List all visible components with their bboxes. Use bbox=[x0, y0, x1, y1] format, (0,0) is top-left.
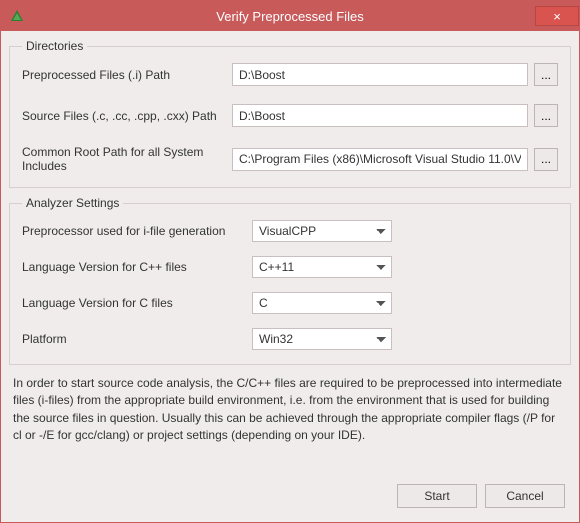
start-button[interactable]: Start bbox=[397, 484, 477, 508]
analyzer-settings-group: Analyzer Settings Preprocessor used for … bbox=[9, 196, 571, 365]
directories-group: Directories Preprocessed Files (.i) Path… bbox=[9, 39, 571, 188]
close-button[interactable]: × bbox=[535, 6, 579, 26]
dialog-body: Directories Preprocessed Files (.i) Path… bbox=[1, 31, 579, 522]
titlebar: Verify Preprocessed Files × bbox=[1, 1, 579, 31]
common-root-input[interactable] bbox=[232, 148, 528, 171]
source-path-input[interactable] bbox=[232, 104, 528, 127]
close-icon: × bbox=[553, 9, 561, 24]
dialog-window: Verify Preprocessed Files × Directories … bbox=[0, 0, 580, 523]
preprocessed-path-input[interactable] bbox=[232, 63, 528, 86]
cpp-version-select[interactable]: C++11 bbox=[252, 256, 392, 278]
source-path-row: Source Files (.c, .cc, .cpp, .cxx) Path … bbox=[22, 104, 558, 127]
cancel-button[interactable]: Cancel bbox=[485, 484, 565, 508]
preprocessed-path-browse-button[interactable]: ... bbox=[534, 63, 558, 86]
directories-legend: Directories bbox=[22, 39, 87, 53]
window-title: Verify Preprocessed Files bbox=[1, 9, 579, 24]
common-root-browse-button[interactable]: ... bbox=[534, 148, 558, 171]
info-text: In order to start source code analysis, … bbox=[9, 373, 571, 445]
c-version-label: Language Version for C files bbox=[22, 296, 252, 310]
cpp-version-row: Language Version for C++ files C++11 bbox=[22, 256, 558, 278]
common-root-label: Common Root Path for all System Includes bbox=[22, 145, 232, 173]
preprocessor-label: Preprocessor used for i-file generation bbox=[22, 224, 252, 238]
c-version-row: Language Version for C files C bbox=[22, 292, 558, 314]
source-path-label: Source Files (.c, .cc, .cpp, .cxx) Path bbox=[22, 109, 232, 123]
preprocessed-path-row: Preprocessed Files (.i) Path ... bbox=[22, 63, 558, 86]
analyzer-settings-legend: Analyzer Settings bbox=[22, 196, 123, 210]
preprocessor-row: Preprocessor used for i-file generation … bbox=[22, 220, 558, 242]
platform-row: Platform Win32 bbox=[22, 328, 558, 350]
preprocessed-path-label: Preprocessed Files (.i) Path bbox=[22, 68, 232, 82]
source-path-browse-button[interactable]: ... bbox=[534, 104, 558, 127]
common-root-row: Common Root Path for all System Includes… bbox=[22, 145, 558, 173]
app-icon bbox=[9, 8, 25, 24]
button-bar: Start Cancel bbox=[9, 474, 571, 514]
platform-select[interactable]: Win32 bbox=[252, 328, 392, 350]
platform-label: Platform bbox=[22, 332, 252, 346]
preprocessor-select[interactable]: VisualCPP bbox=[252, 220, 392, 242]
c-version-select[interactable]: C bbox=[252, 292, 392, 314]
cpp-version-label: Language Version for C++ files bbox=[22, 260, 252, 274]
